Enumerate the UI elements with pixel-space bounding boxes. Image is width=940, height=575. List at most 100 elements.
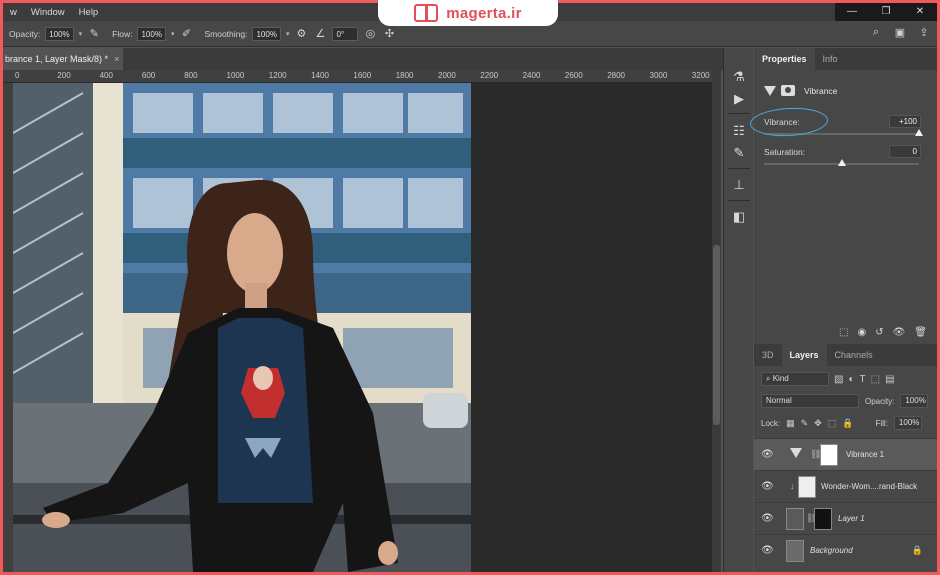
play-icon[interactable]: ▶ (729, 90, 749, 108)
layer-row-vibrance[interactable]: 👁 ⛓ Vibrance 1 (754, 438, 937, 470)
document-tab[interactable]: brance 1, Layer Mask/8) * × (3, 48, 123, 70)
flow-field[interactable]: 100% (137, 26, 166, 41)
layer-opacity-field[interactable]: 100% (900, 394, 929, 408)
layers-tabs: 3D Layers Channels (754, 344, 937, 366)
share-icon[interactable]: ⇪ (917, 25, 931, 39)
layer-mask-thumbnail[interactable] (820, 444, 838, 466)
lock-all-icon[interactable]: 🔒 (842, 418, 853, 429)
ruler-tick-label: 1400 (311, 71, 329, 80)
navigator-icon[interactable]: ◧ (729, 208, 749, 226)
ruler-tick-label: 2400 (522, 71, 541, 80)
mask-icon[interactable] (781, 85, 795, 96)
ruler-tick-label: 1200 (268, 71, 287, 80)
vibrance-slider-thumb[interactable] (915, 129, 923, 136)
layer-row-background[interactable]: 👁 Background 🔒 (754, 534, 937, 566)
view-previous-icon[interactable]: ◉ (857, 327, 866, 338)
eye-icon[interactable]: 👁 (761, 513, 774, 525)
chevron-down-icon[interactable]: ▾ (79, 30, 83, 38)
opacity-field[interactable]: 100% (45, 26, 74, 41)
close-tab-icon[interactable]: × (114, 54, 119, 64)
close-button[interactable]: ✕ (903, 3, 937, 21)
divider (728, 200, 750, 201)
ruler-tick-label: 2000 (438, 71, 456, 80)
layer-thumbnail[interactable] (786, 540, 804, 562)
layer-name: Background (810, 546, 853, 555)
chevron-down-icon[interactable]: ▾ (286, 30, 290, 38)
ruler-tick-label: 1600 (353, 71, 372, 80)
chevron-down-icon[interactable]: ▾ (171, 30, 175, 38)
reset-icon[interactable]: ↺ (875, 327, 883, 338)
tab-channels[interactable]: Channels (827, 344, 881, 366)
ruler-tick-label: 600 (141, 71, 156, 80)
tab-info[interactable]: Info (815, 48, 846, 70)
scrollbar-thumb[interactable] (713, 245, 720, 425)
fill-field[interactable]: 100% (893, 416, 922, 430)
adjust-icon[interactable]: ⚗ (729, 68, 749, 86)
sliders-icon[interactable]: ☷ (729, 122, 749, 140)
layer-row-wonder-woman[interactable]: 👁 ↓ Wonder-Wom....rand-Black (754, 470, 937, 502)
panel-icon-column: ⚗ ▶ ☷ ✎ ⊥ ◧ (723, 48, 753, 572)
smart-object-thumbnail[interactable] (798, 476, 816, 498)
visibility-icon[interactable]: 👁 (893, 327, 906, 338)
eye-icon[interactable]: 👁 (761, 449, 774, 461)
menu-item-window[interactable]: Window (24, 7, 72, 18)
minimize-button[interactable]: — (835, 3, 869, 21)
smoothing-field[interactable]: 100% (252, 26, 281, 41)
stamp-icon[interactable]: ⊥ (729, 176, 749, 194)
fill-label: Fill: (875, 418, 888, 428)
ruler-tick-label: 0 (15, 71, 20, 80)
menu-item-partial[interactable]: w (3, 7, 24, 18)
tab-3d[interactable]: 3D (754, 344, 782, 366)
blend-mode-select[interactable]: Normal (761, 394, 859, 408)
saturation-value-field[interactable]: 0 (889, 145, 921, 158)
saturation-slider-thumb[interactable] (837, 159, 846, 166)
ruler-tick-label: 2600 (564, 71, 583, 80)
airbrush-icon[interactable]: ✐ (179, 27, 193, 41)
search-icon[interactable]: ⌕ (869, 25, 883, 39)
tab-layers[interactable]: Layers (781, 344, 827, 366)
trash-icon[interactable]: 🗑 (914, 327, 927, 338)
lock-position-icon[interactable]: ✥ (814, 418, 822, 429)
angle-field[interactable]: 0° (332, 26, 359, 41)
gear-icon[interactable]: ⚙ (294, 27, 308, 41)
tab-properties[interactable]: Properties (754, 48, 815, 70)
adjustment-header: Vibrance (764, 85, 837, 96)
photoshop-window: w Window Help — ❐ ✕ Opacity: 100% ▾ ✎ Fl… (3, 3, 937, 572)
pressure-opacity-icon[interactable]: ✎ (87, 27, 101, 41)
watermark-text: magerta.ir (446, 4, 522, 22)
clip-to-layer-icon[interactable]: ⬚ (839, 327, 848, 338)
menu-item-help[interactable]: Help (72, 7, 106, 18)
adjustment-filter-icon[interactable]: ◐ (848, 374, 854, 385)
smart-filter-icon[interactable]: ▤ (885, 374, 894, 385)
type-filter-icon[interactable]: T (860, 374, 866, 385)
flow-label: Flow: (112, 28, 133, 39)
lock-row: Lock: ▦ ✎ ✥ ⬚ 🔒 Fill: 100% (754, 416, 937, 430)
pressure-size-icon[interactable]: ◎ (363, 27, 377, 41)
eye-icon[interactable]: 👁 (761, 545, 774, 557)
angle-icon: ∠ (315, 28, 326, 40)
kind-label: Kind (772, 374, 789, 383)
brush-icon[interactable]: ✎ (729, 144, 749, 162)
vibrance-triangle-icon (764, 85, 776, 96)
eye-icon[interactable]: 👁 (761, 481, 774, 493)
window-controls: — ❐ ✕ (835, 3, 937, 21)
filter-row: ⌕ Kind ▨ ◐ T ⬚ ▤ (754, 372, 937, 386)
vibrance-value-field[interactable]: +100 (889, 115, 921, 128)
layer-row-layer1[interactable]: 👁 ⛓ Layer 1 (754, 502, 937, 534)
restore-button[interactable]: ❐ (869, 3, 903, 21)
ruler-tick-label: 3200 (691, 71, 710, 80)
lock-artboard-icon[interactable]: ⬚ (828, 418, 837, 429)
lock-paint-icon[interactable]: ✎ (801, 418, 809, 429)
lock-pixels-icon[interactable]: ▦ (786, 418, 795, 429)
pixel-filter-icon[interactable]: ▨ (834, 374, 843, 385)
workspace-icon[interactable]: ▣ (893, 25, 907, 39)
shape-filter-icon[interactable]: ⬚ (871, 374, 880, 385)
document-canvas[interactable] (13, 83, 713, 572)
kind-filter-select[interactable]: ⌕ Kind (761, 372, 829, 386)
layer-mask-thumbnail[interactable] (814, 508, 832, 530)
layer-opacity-label: Opacity: (865, 396, 895, 406)
layer-thumbnail[interactable] (786, 508, 804, 530)
symmetry-icon[interactable]: ✣ (382, 27, 396, 41)
options-right-group: ⌕ ▣ ⇪ (869, 25, 931, 39)
canvas-scrollbar[interactable] (712, 70, 721, 572)
